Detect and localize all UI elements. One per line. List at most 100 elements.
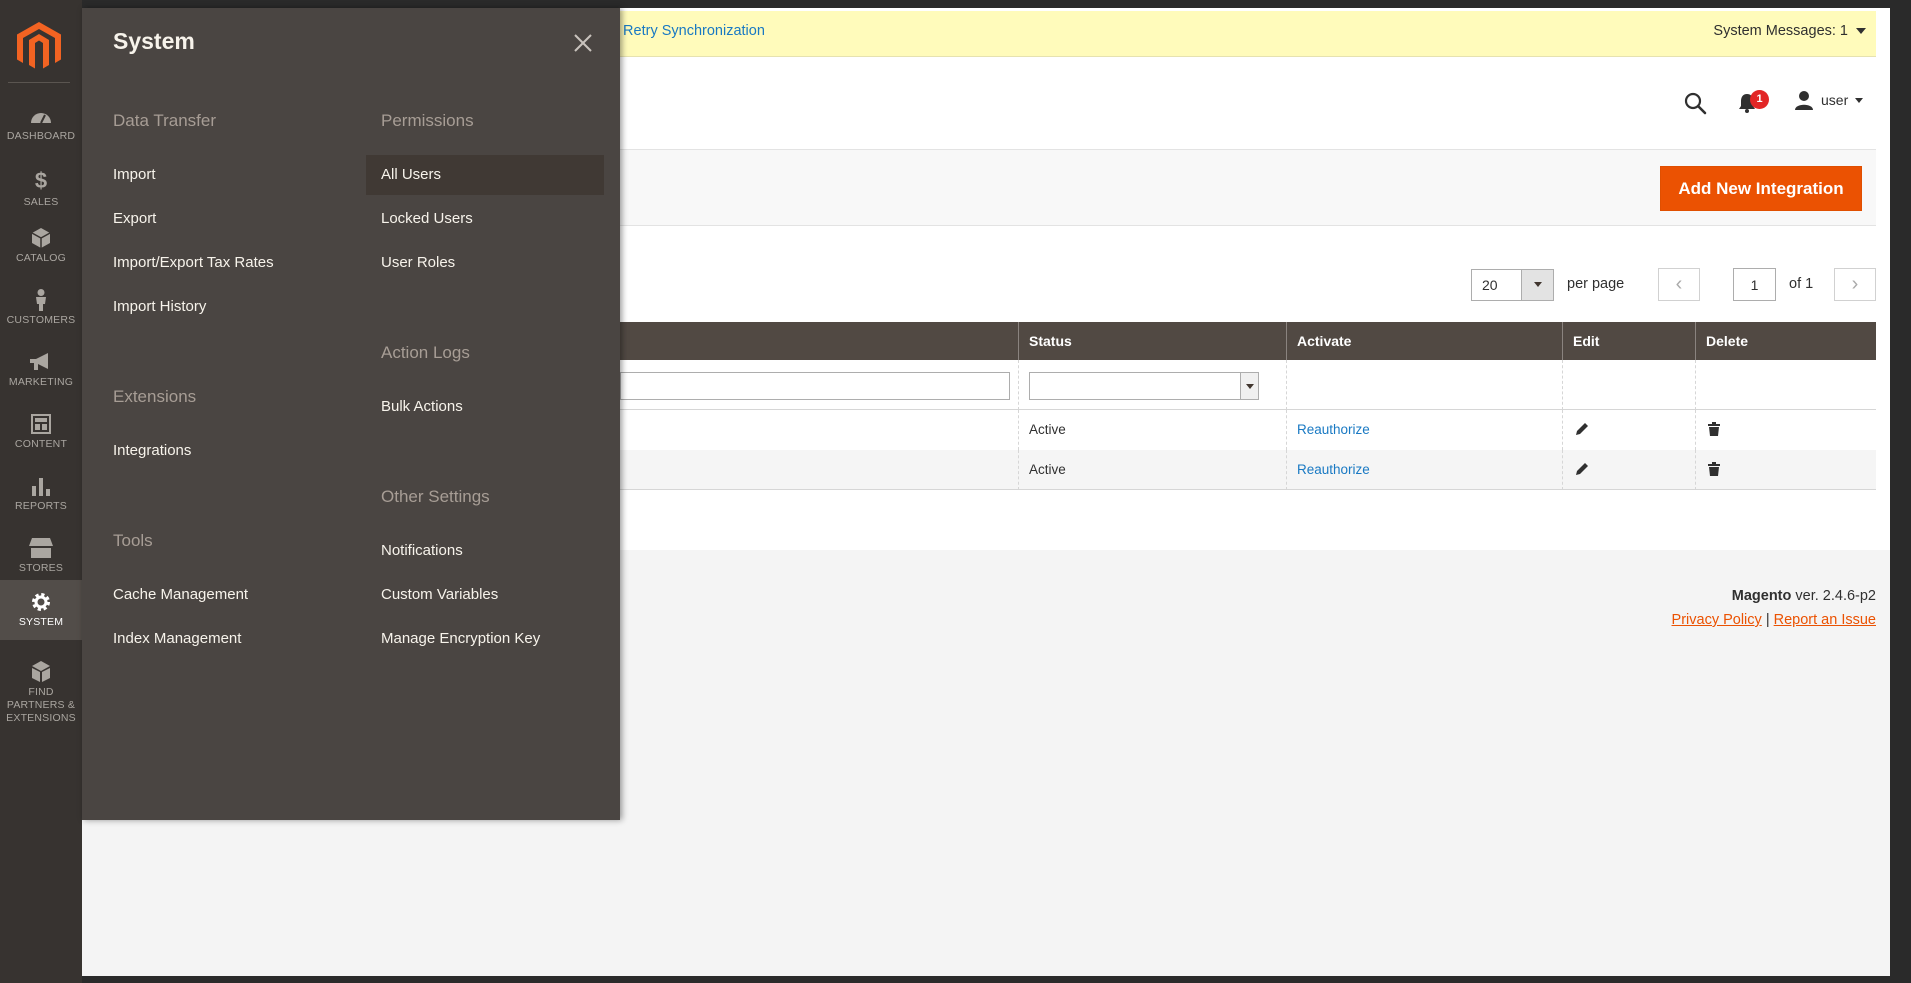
reauthorize-link[interactable]: Reauthorize bbox=[1286, 450, 1562, 490]
notification-badge[interactable]: 1 bbox=[1750, 90, 1769, 109]
bar-chart-icon bbox=[0, 470, 82, 500]
privacy-policy-link[interactable]: Privacy Policy bbox=[1672, 612, 1762, 628]
nav-dashboard[interactable]: Dashboard bbox=[0, 94, 82, 156]
status-filter-dropdown-button[interactable] bbox=[1240, 373, 1258, 399]
pencil-icon[interactable] bbox=[1575, 422, 1589, 436]
chevron-down-icon[interactable] bbox=[1855, 98, 1863, 103]
per-page-select[interactable]: 20 bbox=[1471, 269, 1554, 301]
nav-sales[interactable]: $ Sales bbox=[0, 160, 82, 222]
trash-icon[interactable] bbox=[1708, 462, 1720, 476]
group-title-action-logs: Action Logs bbox=[381, 343, 470, 362]
per-page-label: per page bbox=[1567, 276, 1625, 292]
user-menu[interactable]: user bbox=[1821, 92, 1848, 108]
add-new-integration-button[interactable]: Add New Integration bbox=[1660, 166, 1862, 211]
column-header-activate: Activate bbox=[1286, 322, 1562, 360]
nav-label: Dashboard bbox=[6, 130, 76, 142]
nav-content[interactable]: Content bbox=[0, 402, 82, 464]
column-header-edit: Edit bbox=[1562, 322, 1695, 360]
chevron-down-icon bbox=[1534, 282, 1542, 287]
column-divider bbox=[1562, 360, 1563, 410]
nav-label: System bbox=[18, 616, 64, 628]
retry-sync-link[interactable]: . Retry Synchronization bbox=[615, 23, 765, 39]
megaphone-icon bbox=[0, 346, 82, 376]
nav-system[interactable]: System bbox=[0, 580, 82, 640]
version-text: ver. 2.4.6-p2 bbox=[1791, 588, 1876, 604]
dashboard-icon bbox=[0, 100, 82, 130]
gear-icon bbox=[0, 586, 82, 616]
name-filter-input[interactable] bbox=[620, 372, 1010, 400]
group-title-other-settings: Other Settings bbox=[381, 487, 490, 506]
status-cell: Active bbox=[1018, 450, 1286, 490]
submenu-item-encryption-key[interactable]: Manage Encryption Key bbox=[366, 619, 540, 659]
submenu-item-notifications[interactable]: Notifications bbox=[366, 531, 463, 571]
submenu-item-import[interactable]: Import bbox=[98, 155, 156, 195]
submenu-item-integrations[interactable]: Integrations bbox=[98, 431, 191, 471]
nav-find-partners[interactable]: Find Partners & Extensions bbox=[0, 650, 82, 724]
user-icon[interactable] bbox=[1794, 90, 1814, 110]
report-issue-link[interactable]: Report an Issue bbox=[1774, 612, 1876, 628]
submenu-item-custom-variables[interactable]: Custom Variables bbox=[366, 575, 498, 615]
group-title-data-transfer: Data Transfer bbox=[113, 111, 216, 130]
reauthorize-link[interactable]: Reauthorize bbox=[1286, 410, 1562, 450]
boxes-icon bbox=[0, 656, 82, 686]
edit-cell bbox=[1562, 410, 1695, 450]
nav-customers[interactable]: Customers bbox=[0, 278, 82, 340]
nav-stores[interactable]: Stores bbox=[0, 526, 82, 588]
previous-page-button[interactable]: ‹ bbox=[1658, 268, 1700, 301]
submenu-item-cache-management[interactable]: Cache Management bbox=[98, 575, 248, 615]
status-cell: Active bbox=[1018, 410, 1286, 450]
nav-label: Marketing bbox=[8, 376, 74, 388]
window-top-edge bbox=[0, 0, 1911, 8]
submenu-item-locked-users[interactable]: Locked Users bbox=[366, 199, 473, 239]
per-page-dropdown-button[interactable] bbox=[1521, 270, 1553, 300]
close-icon[interactable] bbox=[568, 28, 598, 58]
submenu-item-bulk-actions[interactable]: Bulk Actions bbox=[366, 387, 463, 427]
layout-icon bbox=[0, 408, 82, 438]
footer-separator: | bbox=[1765, 612, 1770, 628]
next-page-button[interactable]: › bbox=[1834, 268, 1876, 301]
submenu-item-export[interactable]: Export bbox=[98, 199, 156, 239]
page-number-input[interactable]: 1 bbox=[1733, 268, 1776, 301]
nav-marketing[interactable]: Marketing bbox=[0, 340, 82, 402]
dollar-icon: $ bbox=[34, 168, 48, 193]
system-messages-count[interactable]: System Messages: 1 bbox=[1713, 23, 1848, 39]
nav-catalog[interactable]: Catalog bbox=[0, 216, 82, 278]
submenu-item-index-management[interactable]: Index Management bbox=[98, 619, 241, 659]
nav-reports[interactable]: Reports bbox=[0, 464, 82, 526]
nav-label: Catalog bbox=[15, 252, 67, 264]
delete-cell bbox=[1695, 410, 1876, 450]
logo-divider bbox=[8, 82, 70, 83]
edit-cell bbox=[1562, 450, 1695, 490]
column-divider bbox=[1286, 360, 1287, 410]
submenu-item-import-history[interactable]: Import History bbox=[98, 287, 206, 327]
trash-icon[interactable] bbox=[1708, 422, 1720, 436]
nav-label: Find Partners & Extensions bbox=[6, 686, 76, 724]
cube-icon bbox=[0, 222, 82, 252]
submenu-item-all-users[interactable]: All Users bbox=[366, 155, 604, 195]
column-divider bbox=[1695, 360, 1696, 410]
total-pages-label: of 1 bbox=[1789, 276, 1814, 292]
nav-label: Customers bbox=[6, 314, 76, 326]
search-icon[interactable] bbox=[1683, 91, 1707, 115]
storefront-icon bbox=[0, 532, 82, 562]
submenu-title: System bbox=[113, 28, 195, 54]
chevron-down-icon[interactable] bbox=[1856, 28, 1866, 34]
magento-version: Magento ver. 2.4.6-p2 bbox=[1732, 588, 1876, 604]
pencil-icon[interactable] bbox=[1575, 462, 1589, 476]
footer-links: Privacy Policy | Report an Issue bbox=[1672, 612, 1876, 628]
person-icon bbox=[0, 284, 82, 314]
chevron-down-icon bbox=[1246, 384, 1254, 389]
admin-sidebar: Dashboard $ Sales Catalog Customers Mark… bbox=[0, 0, 82, 983]
nav-label: Content bbox=[14, 438, 68, 450]
group-title-permissions: Permissions bbox=[381, 111, 474, 130]
magento-logo-icon[interactable] bbox=[17, 22, 61, 72]
submenu-item-user-roles[interactable]: User Roles bbox=[366, 243, 455, 283]
per-page-value: 20 bbox=[1482, 277, 1498, 293]
nav-label: Sales bbox=[23, 196, 59, 208]
system-submenu: System Data Transfer Import Export Impor… bbox=[82, 8, 620, 820]
column-header-status[interactable]: Status bbox=[1018, 322, 1286, 360]
status-filter-select[interactable] bbox=[1029, 372, 1259, 400]
column-divider bbox=[1018, 360, 1019, 410]
group-title-tools: Tools bbox=[113, 531, 153, 550]
submenu-item-tax-rates[interactable]: Import/Export Tax Rates bbox=[98, 243, 274, 283]
